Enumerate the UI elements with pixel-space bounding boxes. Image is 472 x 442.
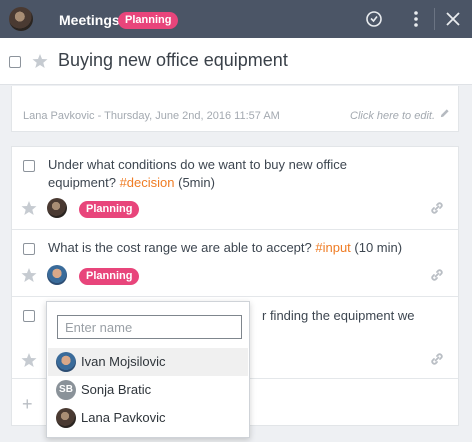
lana-avatar [56, 408, 76, 428]
add-item-icon[interactable]: + [22, 394, 33, 415]
assignee-option-name: Sonja Bratic [81, 382, 152, 397]
agenda-item[interactable]: What is the cost range we are able to ac… [12, 230, 458, 296]
agenda-item[interactable]: Under what conditions do we want to buy … [12, 147, 458, 229]
star-icon[interactable] [21, 352, 37, 368]
meeting-checkbox[interactable] [9, 56, 21, 68]
star-icon[interactable] [32, 53, 48, 69]
assignee-option[interactable]: Ivan Mojsilovic [48, 348, 248, 376]
meeting-title[interactable]: Buying new office equipment [58, 50, 288, 71]
assignee-option[interactable]: Lana Pavkovic [48, 404, 248, 432]
assignee-search-input[interactable] [57, 315, 242, 339]
agenda-item-question[interactable]: r finding the equipment we [262, 307, 442, 325]
assignee-avatar[interactable] [47, 265, 67, 285]
agenda-item-checkbox[interactable] [23, 243, 35, 255]
more-vertical-icon[interactable] [407, 10, 425, 28]
description-card[interactable]: Lana Pavkovic - Thursday, June 2nd, 2016… [11, 86, 459, 132]
close-icon[interactable] [444, 10, 462, 28]
star-icon[interactable] [21, 267, 37, 283]
topic-tag[interactable]: #decision [120, 175, 175, 190]
header-divider [434, 8, 435, 30]
assignee-option[interactable]: SB Sonja Bratic [48, 376, 248, 404]
duration-text: (10 min) [350, 240, 403, 255]
status-badge[interactable]: Planning [118, 12, 179, 29]
link-icon[interactable] [429, 351, 445, 367]
edit-hint[interactable]: Click here to edit. [350, 110, 435, 122]
pencil-icon[interactable] [439, 108, 450, 119]
status-badge[interactable]: Planning [79, 201, 140, 218]
status-badge[interactable]: Planning [79, 268, 140, 285]
description-meta: Lana Pavkovic - Thursday, June 2nd, 2016… [23, 110, 280, 122]
star-icon[interactable] [21, 200, 37, 216]
agenda-item-checkbox[interactable] [23, 160, 35, 172]
module-title: Meetings [59, 12, 120, 28]
link-icon[interactable] [429, 267, 445, 283]
agenda-item-checkbox[interactable] [23, 310, 35, 322]
ivan-avatar [56, 352, 76, 372]
clock-icon[interactable] [365, 10, 383, 28]
agenda-item-question[interactable]: Under what conditions do we want to buy … [48, 156, 418, 192]
link-icon[interactable] [429, 200, 445, 216]
meeting-title-row: Buying new office equipment [0, 38, 472, 85]
assignee-dropdown: Ivan Mojsilovic SB Sonja Bratic Lana Pav… [46, 301, 250, 438]
duration-text: (5min) [174, 175, 215, 190]
assignee-option-name: Ivan Mojsilovic [81, 354, 166, 369]
user-avatar[interactable] [9, 7, 33, 31]
app-header: Meetings Planning [0, 0, 472, 38]
sonja-avatar: SB [56, 380, 76, 400]
assignee-avatar[interactable] [47, 198, 67, 218]
topic-tag[interactable]: #input [315, 240, 350, 255]
question-text: What is the cost range we are able to ac… [48, 240, 316, 255]
agenda-item-question[interactable]: What is the cost range we are able to ac… [48, 239, 418, 257]
assignee-option-name: Lana Pavkovic [81, 410, 166, 425]
